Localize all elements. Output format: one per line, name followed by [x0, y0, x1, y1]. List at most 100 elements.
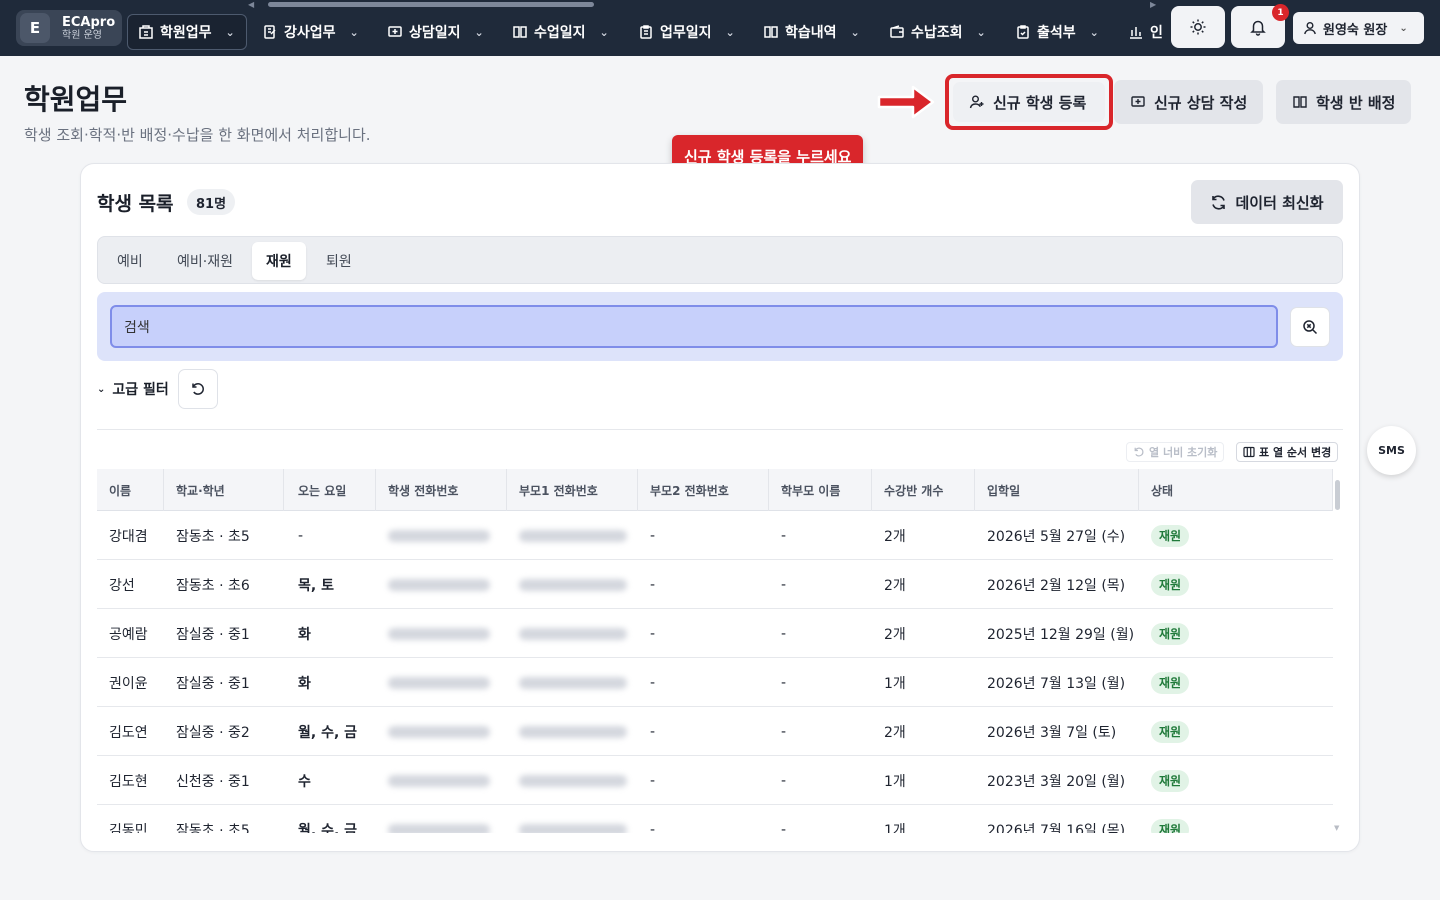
cell-name: 권이윤 — [109, 675, 148, 692]
cell-days: 월, 수, 금 — [298, 724, 358, 741]
nav-item-label: 강사업무 — [284, 25, 336, 41]
divider — [97, 429, 1343, 430]
redacted-phone — [388, 725, 490, 738]
column-header-parent-name[interactable]: 학부모 이름 — [769, 469, 872, 511]
cell-name: 공예람 — [109, 626, 148, 643]
tab-prospective[interactable]: 예비 — [103, 242, 157, 280]
table-row[interactable]: 강대겸 잠동초 · 초5 - - - 2개 2026년 5월 27일 (수) 재원 — [97, 511, 1333, 560]
chevron-down-icon: ⌄ — [976, 25, 986, 39]
column-header-days[interactable]: 오는 요일 — [286, 469, 376, 511]
table-row[interactable]: 공예람 잠실중 · 중1 화 - - 2개 2025년 12월 29일 (월) 재원 — [97, 609, 1333, 658]
new-consult-button[interactable]: 신규 상담 작성 — [1114, 80, 1264, 124]
cell-school: 잠실중 · 중2 — [176, 724, 250, 741]
cell-parent2-phone: - — [650, 723, 656, 740]
redacted-phone — [388, 627, 490, 640]
scrollbar-thumb[interactable] — [268, 2, 594, 7]
table-row[interactable]: 김도연 잠실중 · 중2 월, 수, 금 - - 2개 2026년 3월 7일 (토) 재원 — [97, 707, 1333, 756]
cell-status: 재원 — [1139, 805, 1190, 833]
advanced-filter-toggle[interactable]: ⌄ 고급 필터 — [97, 379, 169, 399]
cell-school: 잠동초 · 초5 — [176, 528, 250, 545]
cell-parent1-phone — [507, 805, 627, 833]
chevron-down-icon: ⌄ — [1089, 25, 1099, 39]
nav-item-consult-log[interactable]: 상담일지 ⌄ — [387, 14, 484, 50]
cell-school: 잠동초 · 초5 — [176, 822, 250, 834]
cell-school: 잠실중 · 중1 — [176, 675, 250, 692]
chevron-down-icon: ⌄ — [599, 25, 609, 39]
theme-toggle-button[interactable] — [1171, 6, 1225, 48]
nav-item-payment-lookup[interactable]: 수납조회 ⌄ — [889, 14, 986, 50]
cell-parent2-phone: - — [650, 674, 656, 691]
sms-button[interactable]: SMS — [1367, 426, 1416, 475]
user-name: 원영숙 원장 — [1323, 22, 1388, 38]
new-consult-label: 신규 상담 작성 — [1154, 93, 1248, 112]
cell-student-phone — [376, 560, 490, 609]
tab-prospective-enrolled[interactable]: 예비·재원 — [163, 242, 247, 280]
nav-item-academy-work[interactable]: 학원업무 ⌄ — [127, 14, 247, 50]
table-row[interactable]: 김동민 잠동초 · 초5 월, 수, 금 - - 1개 2026년 7월 16일 (목) 재원 — [97, 805, 1333, 833]
column-header-student-phone[interactable]: 학생 전화번호 — [376, 469, 507, 511]
nav-item-label: 학습내역 — [785, 25, 837, 41]
tab-withdrawn[interactable]: 퇴원 — [312, 242, 366, 280]
cell-parent1-phone — [507, 560, 627, 609]
cell-days: 월, 수, 금 — [298, 822, 358, 834]
reorder-columns-button[interactable]: 표 열 순서 변경 — [1236, 442, 1339, 462]
refresh-icon — [1210, 194, 1227, 211]
nav-item-attendance[interactable]: 출석부 ⌄ — [1015, 14, 1099, 50]
nav-item-study-history[interactable]: 학습내역 ⌄ — [763, 14, 860, 50]
message-square-plus-icon — [387, 24, 403, 40]
redacted-phone — [519, 627, 627, 640]
table-row[interactable]: 김도현 신천중 · 중1 수 - - 1개 2023년 3월 20일 (월) 재원 — [97, 756, 1333, 805]
assign-class-button[interactable]: 학생 반 배정 — [1276, 80, 1412, 124]
cell-name: 김동민 — [109, 822, 148, 834]
search-input[interactable]: 검색 — [110, 305, 1278, 348]
nav-item-truncated[interactable]: 인 — [1128, 14, 1163, 50]
scroll-down-arrow-icon[interactable]: ▼ — [1334, 824, 1339, 832]
column-header-parent2-phone[interactable]: 부모2 전화번호 — [638, 469, 769, 511]
redacted-phone — [388, 823, 490, 833]
nav-horizontal-scrollbar[interactable] — [240, 2, 1160, 7]
reset-column-width-button[interactable]: 열 너비 초기화 — [1126, 442, 1225, 462]
column-header-school[interactable]: 학교·학년 — [164, 469, 284, 511]
status-badge: 재원 — [1151, 622, 1190, 645]
nav-item-label: 인 — [1150, 25, 1163, 41]
column-header-class-count[interactable]: 수강반 개수 — [872, 469, 975, 511]
user-menu-button[interactable]: 원영숙 원장 ⌄ — [1293, 12, 1424, 44]
scroll-left-arrow-icon[interactable]: ◀ — [248, 0, 254, 9]
tab-enrolled[interactable]: 재원 — [252, 242, 306, 280]
search-x-icon — [1302, 319, 1318, 335]
cell-parent2-phone: - — [650, 625, 656, 642]
column-header-admission-date[interactable]: 입학일 — [975, 469, 1139, 511]
status-badge: 재원 — [1151, 720, 1190, 743]
table-row[interactable]: 강선 잠동초 · 초6 목, 토 - - 2개 2026년 2월 12일 (목) 재원 — [97, 560, 1333, 609]
cell-class-count: 2개 — [884, 626, 906, 643]
column-header-parent1-phone[interactable]: 부모1 전화번호 — [507, 469, 638, 511]
refresh-data-button[interactable]: 데이터 최신화 — [1191, 180, 1343, 224]
table-vertical-scrollbar[interactable] — [1335, 480, 1340, 510]
message-square-plus-icon — [1130, 94, 1146, 110]
cell-class-count: 1개 — [884, 773, 906, 790]
student-list-title: 학생 목록 — [97, 193, 174, 215]
cell-class-count: 2개 — [884, 577, 906, 594]
refresh-label: 데이터 최신화 — [1235, 193, 1324, 212]
arrow-right-icon — [877, 84, 935, 124]
nav-item-instructor-work[interactable]: 강사업무 ⌄ — [262, 14, 359, 50]
user-icon — [1303, 21, 1317, 35]
cell-status: 재원 — [1139, 756, 1190, 805]
nav-item-work-log[interactable]: 업무일지 ⌄ — [638, 14, 735, 50]
app-logo[interactable]: E ECApro 학원 운영 — [16, 10, 122, 46]
notifications-button[interactable]: 1 — [1231, 4, 1289, 48]
scroll-right-arrow-icon[interactable]: ▶ — [1150, 0, 1156, 9]
filter-reset-button[interactable] — [178, 369, 218, 409]
cell-parent-name: - — [781, 821, 787, 834]
cell-admission-date: 2026년 7월 16일 (목) — [987, 822, 1126, 834]
column-header-name[interactable]: 이름 — [97, 469, 164, 511]
cell-parent2-phone: - — [650, 576, 656, 593]
column-header-status[interactable]: 상태 — [1139, 469, 1333, 511]
rotate-ccw-icon — [190, 381, 206, 397]
cell-admission-date: 2025년 12월 29일 (월) — [987, 626, 1135, 643]
nav-item-class-log[interactable]: 수업일지 ⌄ — [512, 14, 609, 50]
building-icon — [138, 24, 154, 40]
table-row[interactable]: 권이윤 잠실중 · 중1 화 - - 1개 2026년 7월 13일 (월) 재원 — [97, 658, 1333, 707]
search-button[interactable] — [1290, 307, 1330, 347]
status-badge: 재원 — [1151, 769, 1190, 792]
